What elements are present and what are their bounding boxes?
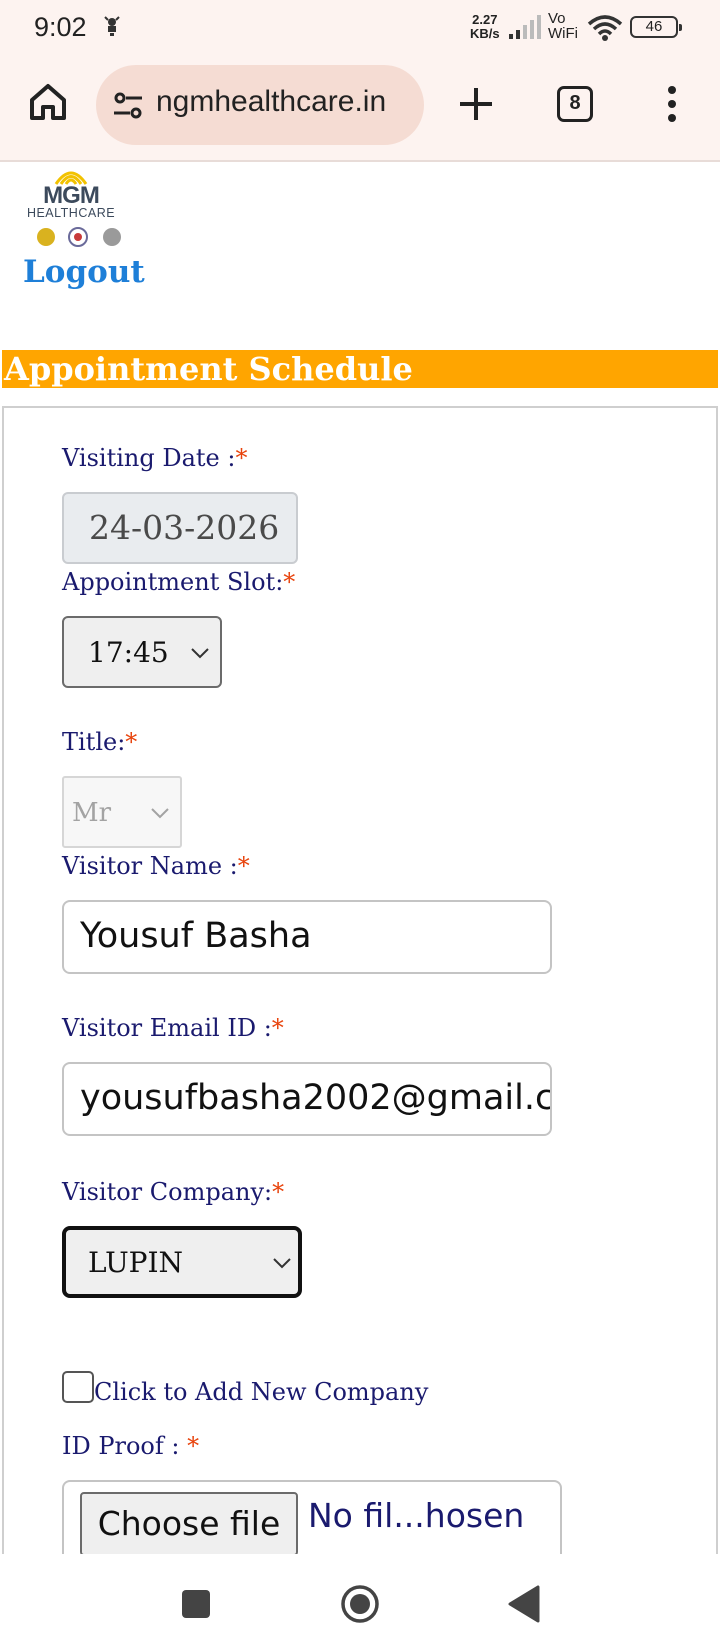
vowifi-wifi: WiFi [548, 25, 578, 42]
section-title: Appointment Schedule [4, 350, 413, 388]
visitor-name-label-text: Visitor Name : [62, 852, 238, 880]
add-company-checkbox[interactable] [62, 1371, 94, 1403]
network-speed-value: 2.27 [472, 12, 498, 27]
visitor-company-label: Visitor Company:* [62, 1178, 284, 1206]
back-icon[interactable] [506, 1584, 540, 1624]
new-tab-icon[interactable] [456, 84, 496, 124]
network-speed-unit: KB/s [470, 26, 500, 41]
required-marker: * [125, 728, 138, 756]
mgm-healthcare-logo: MGM HEALTHCARE [18, 166, 124, 250]
vowifi-indicator: Vo WiFi [548, 11, 578, 41]
required-marker: * [271, 1014, 284, 1042]
appointment-slot-select[interactable]: 17:45 [62, 616, 222, 688]
home-circle-icon[interactable] [340, 1584, 380, 1624]
appointment-slot-value: 17:45 [88, 636, 169, 669]
title-label: Title:* [62, 728, 137, 756]
id-proof-label-text: ID Proof : [62, 1432, 188, 1460]
tabs-button[interactable]: 8 [557, 86, 593, 122]
battery-indicator: 46 [630, 16, 682, 38]
visitor-company-select[interactable]: LUPIN [62, 1226, 302, 1298]
visitor-name-input[interactable]: Yousuf Basha [62, 900, 552, 974]
visiting-date-label-text: Visiting Date : [62, 444, 236, 472]
status-time: 9:02 [34, 12, 87, 42]
required-marker: * [235, 444, 248, 472]
vowifi-vo: Vo [548, 10, 566, 27]
notification-icon [104, 16, 120, 36]
title-value: Mr [72, 798, 112, 828]
visitor-email-label: Visitor Email ID :* [62, 1014, 284, 1042]
visitor-email-label-text: Visitor Email ID : [62, 1014, 272, 1042]
required-marker: * [187, 1432, 200, 1460]
recents-icon[interactable] [182, 1590, 210, 1618]
visitor-email-input[interactable]: yousufbasha2002@gmail.c [62, 1062, 552, 1136]
id-proof-label: ID Proof : * [62, 1432, 199, 1460]
visiting-date-field[interactable]: 24-03-2026 [62, 492, 298, 564]
address-bar[interactable]: ngmhealthcare.in [96, 65, 424, 145]
add-company-label[interactable]: Click to Add New Company [94, 1378, 428, 1406]
title-select[interactable]: Mr [62, 776, 182, 848]
required-marker: * [283, 568, 296, 596]
file-status-text: No fil...hosen [308, 1496, 525, 1535]
browser-toolbar: ngmhealthcare.in 8 [0, 52, 720, 162]
logout-link[interactable]: Logout [23, 254, 145, 290]
logo-subtitle: HEALTHCARE [26, 206, 116, 220]
required-marker: * [272, 1178, 285, 1206]
chevron-down-icon [273, 1258, 291, 1269]
appointment-slot-label-text: Appointment Slot: [62, 568, 284, 596]
wifi-icon [587, 15, 623, 41]
required-marker: * [237, 852, 250, 880]
home-icon[interactable] [28, 82, 68, 122]
network-speed: 2.27 KB/s [470, 13, 500, 41]
chevron-down-icon [151, 808, 169, 819]
appointment-slot-label: Appointment Slot:* [62, 568, 295, 596]
system-nav-bar [0, 1554, 720, 1650]
status-bar: 9:02 2.27 KB/s Vo WiFi 46 [0, 0, 720, 52]
choose-file-button[interactable]: Choose file [80, 1492, 298, 1556]
url-text[interactable]: ngmhealthcare.in [156, 85, 386, 119]
accreditation-badges-icon [37, 227, 121, 247]
more-menu-icon[interactable] [662, 84, 682, 124]
visitor-company-label-text: Visitor Company: [62, 1178, 273, 1206]
visitor-name-label: Visitor Name :* [62, 852, 250, 880]
section-header: Appointment Schedule [2, 350, 718, 388]
title-label-text: Title: [62, 728, 126, 756]
site-settings-icon[interactable] [112, 91, 144, 121]
signal-icon [509, 15, 541, 39]
visitor-company-value: LUPIN [88, 1246, 184, 1279]
chevron-down-icon [191, 648, 209, 659]
visiting-date-label: Visiting Date :* [62, 444, 247, 472]
